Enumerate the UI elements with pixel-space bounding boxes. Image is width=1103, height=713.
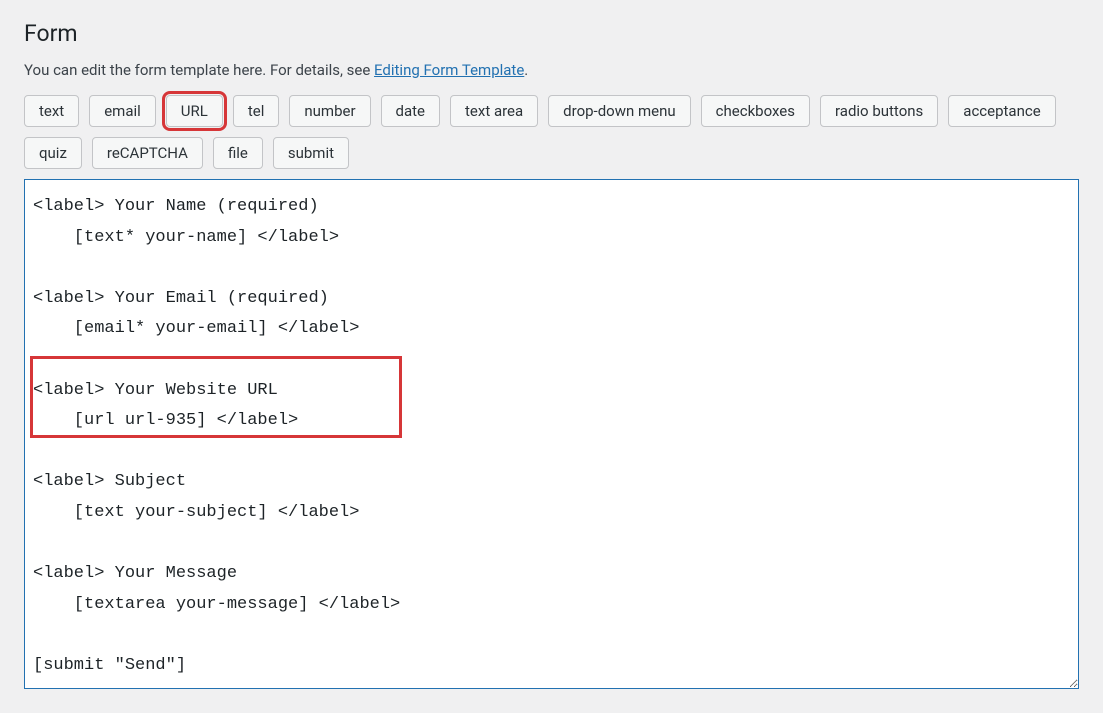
description-text-prefix: You can edit the form template here. For… — [24, 61, 374, 79]
description-text-suffix: . — [524, 61, 528, 79]
tag-button-checkboxes[interactable]: checkboxes — [701, 95, 810, 127]
tag-button-text[interactable]: text — [24, 95, 79, 127]
tag-button-dropdown[interactable]: drop-down menu — [548, 95, 690, 127]
form-template-editor[interactable] — [24, 179, 1079, 689]
tag-button-radio[interactable]: radio buttons — [820, 95, 938, 127]
tag-button-row: text email URL tel number date text area… — [24, 95, 1079, 169]
form-description: You can edit the form template here. For… — [24, 61, 1079, 79]
tag-button-url[interactable]: URL — [166, 95, 223, 127]
tag-button-file[interactable]: file — [213, 137, 263, 169]
form-heading: Form — [24, 20, 1079, 47]
editing-template-link[interactable]: Editing Form Template — [374, 61, 524, 79]
tag-button-tel[interactable]: tel — [233, 95, 280, 127]
tag-button-acceptance[interactable]: acceptance — [948, 95, 1055, 127]
tag-button-date[interactable]: date — [381, 95, 440, 127]
tag-button-email[interactable]: email — [89, 95, 156, 127]
tag-button-textarea[interactable]: text area — [450, 95, 538, 127]
editor-wrapper — [24, 179, 1079, 693]
tag-button-number[interactable]: number — [289, 95, 370, 127]
tag-button-quiz[interactable]: quiz — [24, 137, 82, 169]
tag-button-recaptcha[interactable]: reCAPTCHA — [92, 137, 203, 169]
tag-button-submit[interactable]: submit — [273, 137, 349, 169]
